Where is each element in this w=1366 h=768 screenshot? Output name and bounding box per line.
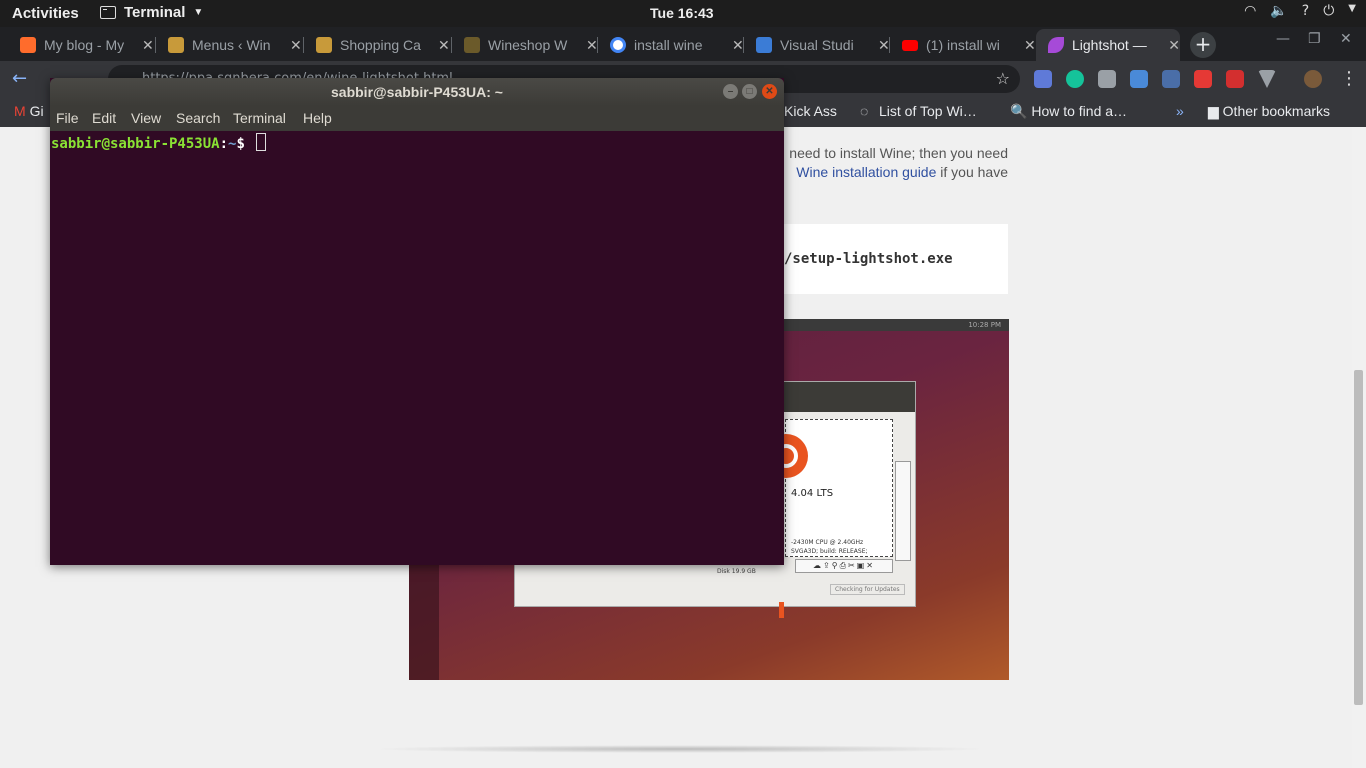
resize-handle[interactable] — [779, 602, 784, 618]
screenshot-tools-vertical — [895, 461, 911, 561]
code-block: /setup-lightshot.exe — [784, 224, 1008, 294]
tab-title: My blog - My — [44, 37, 125, 53]
close-icon[interactable]: ✕ — [290, 37, 302, 54]
code-text: /setup-lightshot.exe — [784, 251, 953, 267]
menu-view[interactable]: View — [131, 110, 161, 126]
terminal-output[interactable]: sabbir@sabbir-P453UA:~$ — [50, 131, 784, 618]
browser-tab[interactable]: Wineshop W ✕ — [452, 29, 598, 61]
browser-tab[interactable]: install wine ✕ — [598, 29, 744, 61]
browser-tab[interactable]: Shopping Ca ✕ — [304, 29, 452, 61]
text-cursor — [256, 133, 267, 151]
page-scrollbar-thumb[interactable] — [1354, 370, 1363, 705]
tab-title: Visual Studi — [780, 37, 854, 53]
power-icon: ⏻ — [1323, 3, 1335, 19]
close-icon[interactable]: ✕ — [1168, 37, 1180, 54]
screenshot-selection: 4.04 LTS -2430M CPU @ 2.40GHz SVGA3D; bui… — [764, 419, 893, 557]
wifi-icon: ◠ — [1244, 3, 1257, 19]
wine-bottle-favicon-icon — [464, 37, 480, 53]
tab-title: (1) install wi — [926, 37, 1000, 53]
close-icon[interactable]: ✕ — [732, 37, 744, 54]
close-icon[interactable]: ✕ — [586, 37, 598, 54]
bookmark-how-to-find[interactable]: 🔍 How to find a… — [1010, 103, 1127, 120]
new-tab-button[interactable]: + — [1190, 32, 1216, 58]
bookmark-list-of-top[interactable]: List of Top Wi… — [879, 103, 977, 119]
gmail-icon: M — [14, 103, 26, 119]
menu-terminal[interactable]: Terminal — [233, 110, 286, 126]
bookmark-star-icon[interactable]: ☆ — [996, 65, 1010, 93]
system-tray[interactable]: ◠ 🔈 ? ⏻ ▼ — [1244, 3, 1356, 19]
wordpress-favicon-icon — [316, 37, 332, 53]
search-icon: 🔍 — [1010, 103, 1028, 119]
tab-title: Lightshot — — [1072, 37, 1147, 53]
clock[interactable]: Tue 16:43 — [650, 5, 714, 21]
browser-tab[interactable]: (1) install wi ✕ — [890, 29, 1036, 61]
vivaldi-extension-icon[interactable] — [1258, 70, 1276, 88]
app-menu-label: Terminal — [124, 4, 186, 21]
shell-prompt: sabbir@sabbir-P453UA:~$ — [51, 133, 267, 152]
minimize-window-button[interactable]: — — [1276, 31, 1290, 47]
terminal-window[interactable]: sabbir@sabbir-P453UA: ~ – □ ✕ File Edit … — [50, 78, 784, 618]
close-icon[interactable]: ✕ — [438, 37, 450, 54]
maximize-window-button[interactable]: ❐ — [1308, 31, 1321, 47]
screenshot-tools-horizontal: ☁⇪⚲⎙✂▣✕ — [795, 559, 893, 573]
gnome-top-bar: Activities Terminal ▼ Tue 16:43 ◠ 🔈 ? ⏻ … — [0, 0, 1366, 27]
terminal-title: sabbir@sabbir-P453UA: ~ — [331, 84, 503, 100]
minimize-icon[interactable]: – — [723, 84, 738, 99]
close-icon[interactable]: ✕ — [762, 84, 777, 99]
cpanel-favicon-icon — [20, 37, 36, 53]
close-icon[interactable]: ✕ — [142, 37, 154, 54]
browser-tab-active[interactable]: Lightshot — ✕ — [1036, 29, 1180, 61]
activities-button[interactable]: Activities — [12, 5, 79, 22]
chevron-down-icon: ▼ — [1348, 3, 1356, 14]
close-icon[interactable]: ✕ — [878, 37, 890, 54]
lightshot-feather-favicon-icon — [1048, 37, 1064, 53]
grammarly-extension-icon[interactable] — [1066, 70, 1084, 88]
help-icon: ? — [1301, 3, 1310, 19]
menu-dots-icon[interactable]: ⋮ — [1340, 68, 1358, 89]
article-text-line: need to install Wine; then you need — [789, 145, 1008, 161]
maximize-icon[interactable]: □ — [742, 84, 757, 99]
bookmark-gmail[interactable]: M Gi — [14, 103, 44, 119]
bookmark-kick-ass[interactable]: Kick Ass — [784, 103, 837, 119]
bookmarks-overflow-chevron-icon[interactable]: » — [1176, 103, 1184, 119]
volume-icon: 🔈 — [1270, 3, 1288, 19]
tab-title: install wine — [634, 37, 703, 53]
menu-search[interactable]: Search — [176, 110, 220, 126]
google-favicon-icon — [610, 37, 626, 53]
browser-tab-strip: My blog - My ✕ Menus ‹ Win ✕ Shopping Ca… — [0, 27, 1366, 61]
menu-file[interactable]: File — [56, 110, 79, 126]
browser-tab[interactable]: My blog - My ✕ — [8, 29, 156, 61]
tab-title: Shopping Ca — [340, 37, 421, 53]
translate-extension-icon[interactable] — [1034, 70, 1052, 88]
menu-help[interactable]: Help — [303, 110, 332, 126]
prompt-user-host: sabbir@sabbir-P453UA — [51, 136, 220, 152]
wordpress-favicon-icon — [168, 37, 184, 53]
tff-extension-icon[interactable] — [1130, 70, 1148, 88]
youtube-tools-extension-icon[interactable] — [1194, 70, 1212, 88]
close-window-button[interactable]: ✕ — [1340, 31, 1352, 47]
visual-studio-favicon-icon — [756, 37, 772, 53]
tab-title: Wineshop W — [488, 37, 568, 53]
terminal-title-bar[interactable]: sabbir@sabbir-P453UA: ~ – □ ✕ — [50, 78, 784, 106]
terminal-app-icon — [100, 6, 116, 19]
chevron-down-icon: ▼ — [193, 7, 204, 18]
media-extension-icon[interactable] — [1226, 70, 1244, 88]
menu-edit[interactable]: Edit — [92, 110, 116, 126]
browser-tab[interactable]: Visual Studi ✕ — [744, 29, 890, 61]
cloud-extension-icon[interactable] — [1098, 70, 1116, 88]
bookmark-favicon-icon: ◌ — [860, 103, 869, 119]
folder-icon: ▆ — [1208, 103, 1219, 119]
app-menu-button[interactable]: Terminal ▼ — [100, 4, 203, 21]
terminal-menubar: File Edit View Search Terminal Help — [50, 106, 784, 131]
article-text-line: Wine installation guide if you have — [796, 164, 1008, 180]
wine-installation-guide-link[interactable]: Wine installation guide — [796, 164, 936, 180]
profile-avatar[interactable] — [1304, 70, 1322, 88]
tab-title: Menus ‹ Win — [192, 37, 271, 53]
shield-extension-icon[interactable] — [1162, 70, 1180, 88]
close-icon[interactable]: ✕ — [1024, 37, 1036, 54]
other-bookmarks-folder[interactable]: ▆ Other bookmarks — [1208, 103, 1330, 120]
browser-tab[interactable]: Menus ‹ Win ✕ — [156, 29, 304, 61]
back-arrow-icon[interactable]: ← — [12, 68, 27, 89]
youtube-favicon-icon — [902, 39, 918, 51]
